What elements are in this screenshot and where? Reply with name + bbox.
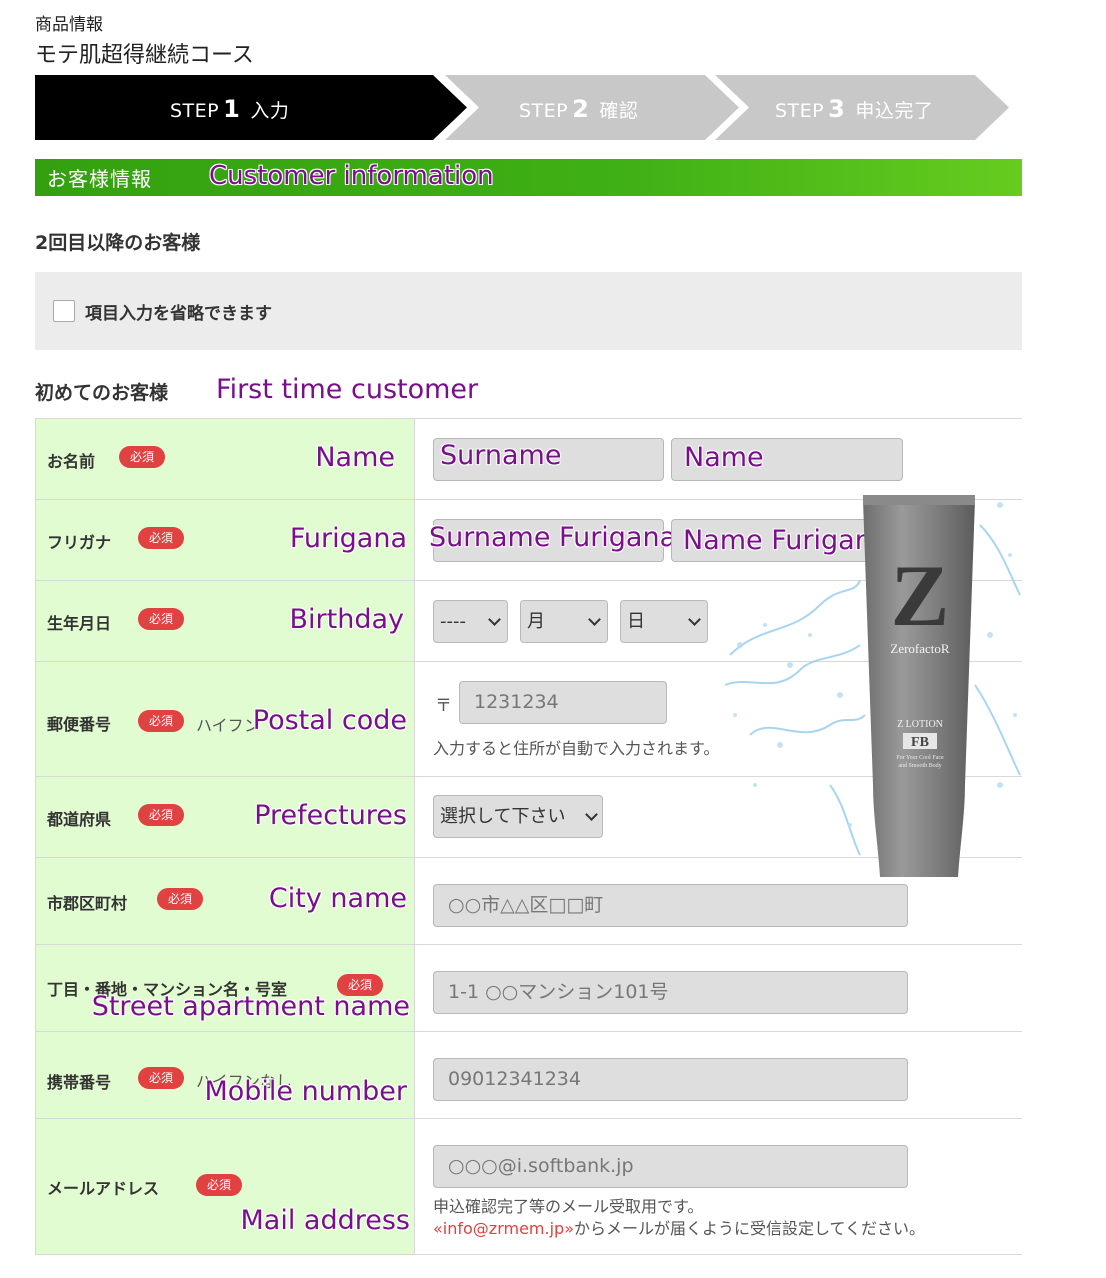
field-label-overlay: Name (315, 442, 395, 473)
required-badge: 必須 (138, 804, 184, 826)
step1-label: STEP 1 入力 (170, 95, 290, 123)
field-label: 携帯番号 (47, 1073, 112, 1092)
hyphen-note: ハイフン (196, 716, 261, 735)
field-label: メールアドレス (47, 1179, 160, 1198)
form-row-email: メールアドレス 必須 Mail address ○○○@i.softbank.j… (35, 1118, 1022, 1255)
section-title-overlay: Customer information (209, 161, 494, 191)
field-label: 生年月日 (47, 614, 112, 633)
skip-input-label[interactable]: 項目入力を省略できます (85, 299, 272, 324)
chevron-down-icon (585, 808, 598, 821)
field-label-overlay: Postal code (252, 705, 407, 736)
product-line-2: FB (911, 735, 929, 750)
first-time-customer-overlay: First time customer (216, 374, 479, 405)
brand-name: ZerofactoR (890, 641, 950, 656)
required-badge: 必須 (157, 888, 203, 910)
prefecture-select[interactable]: 選択して下さい (433, 795, 603, 838)
product-line-1: Z LOTION (897, 719, 943, 730)
required-badge: 必須 (138, 1067, 184, 1089)
label-cell: 生年月日 必須 Birthday (35, 581, 415, 661)
product-line-4: and Smooth Body (898, 763, 941, 769)
input-cell: 09012341234 (415, 1032, 1022, 1118)
label-cell: 都道府県 必須 Prefectures (35, 777, 415, 857)
surname-overlay: Surname (440, 440, 562, 471)
city-input[interactable]: ○○市△△区□□町 (433, 884, 908, 927)
birth-month-value: 月 (527, 611, 545, 632)
mobile-input[interactable]: 09012341234 (433, 1058, 908, 1101)
email-help-text: 申込確認完了等のメール受取用です。 (433, 1197, 704, 1216)
product-line-3: For Your Cool Face (896, 755, 944, 761)
step2-label: STEP 2 確認 (519, 95, 639, 123)
first-time-customer-title: 初めてのお客様 (35, 382, 169, 404)
form-row-street: 丁目・番地・マンション名・号室 必須 Street apartment name… (35, 944, 1022, 1031)
sender-email-link[interactable]: «info@zrmem.jp» (433, 1219, 574, 1238)
label-cell: 市郡区町村 必須 City name (35, 858, 415, 944)
skip-input-checkbox[interactable] (53, 300, 75, 322)
label-cell: 携帯番号 必須 ハイフンなし Mobile number (35, 1032, 415, 1118)
chevron-down-icon (588, 613, 601, 626)
field-label: 郵便番号 (47, 715, 112, 734)
step3-label: STEP 3 申込完了 (775, 95, 934, 123)
field-label-overlay: Furigana (289, 523, 407, 554)
street-input[interactable]: 1-1 ○○マンション101号 (433, 971, 908, 1014)
product-info-label: 商品情報 (35, 15, 103, 35)
customer-info-header: お客様情報 Customer information (35, 159, 1022, 196)
field-label-overlay: Prefectures (254, 800, 407, 831)
required-badge: 必須 (138, 710, 184, 732)
field-label-overlay: Birthday (289, 604, 405, 635)
required-badge: 必須 (138, 527, 184, 549)
email-help-text-2: «info@zrmem.jp»からメールが届くように受信設定してください。 (433, 1219, 926, 1238)
field-label: お名前 (47, 452, 96, 471)
label-cell: お名前 必須 Name (35, 419, 415, 499)
label-cell: 郵便番号 必須 ハイフン Postal code (35, 662, 415, 776)
postal-help-text: 入力すると住所が自動で入力されます。 (433, 739, 720, 758)
prefecture-value: 選択して下さい (440, 806, 566, 827)
birth-day-value: 日 (627, 611, 645, 632)
birth-year-select[interactable]: ---- (433, 600, 508, 643)
returning-customer-title: 2回目以降のお客様 (35, 232, 201, 254)
postal-mark: 〒 (435, 696, 452, 716)
field-label-overlay: Mail address (240, 1205, 410, 1236)
chevron-down-icon (488, 613, 501, 626)
required-badge: 必須 (138, 608, 184, 630)
given-name-overlay: Name (684, 442, 764, 473)
product-image: Z ZerofactoR Z LOTION FB For Your Cool F… (720, 485, 1022, 877)
label-cell: 丁目・番地・マンション名・号室 必須 Street apartment name (35, 945, 415, 1031)
email-input[interactable]: ○○○@i.softbank.jp (433, 1145, 908, 1188)
field-label: 都道府県 (47, 810, 112, 829)
surname-furigana-overlay: Surname Furigana (429, 522, 677, 553)
step-progress: STEP 1 入力 STEP 2 確認 STEP 3 申込完了 (35, 75, 1015, 140)
chevron-down-icon (688, 613, 701, 626)
field-label-overlay: Mobile number (204, 1076, 407, 1107)
birth-month-select[interactable]: 月 (520, 600, 608, 643)
skip-input-panel: 項目入力を省略できます (35, 272, 1022, 350)
field-label: 市郡区町村 (47, 894, 128, 913)
field-label: フリガナ (47, 533, 112, 552)
label-cell: フリガナ 必須 Furigana (35, 500, 415, 580)
input-cell: ○○○@i.softbank.jp 申込確認完了等のメール受取用です。 «inf… (415, 1119, 1022, 1254)
birth-year-value: ---- (440, 611, 466, 632)
field-label-overlay: City name (268, 883, 407, 914)
required-badge: 必須 (196, 1174, 242, 1196)
required-badge: 必須 (119, 446, 165, 468)
label-cell: メールアドレス 必須 Mail address (35, 1119, 415, 1254)
product-tube-illustration: Z ZerofactoR Z LOTION FB For Your Cool F… (724, 495, 1021, 877)
product-name: モテ肌超得継続コース (35, 43, 254, 68)
brand-logo-z: Z (891, 548, 950, 645)
form-row-mobile: 携帯番号 必須 ハイフンなし Mobile number 09012341234 (35, 1031, 1022, 1118)
postal-code-input[interactable]: 1231234 (459, 681, 667, 724)
birth-day-select[interactable]: 日 (620, 600, 708, 643)
section-title: お客様情報 (47, 167, 152, 191)
input-cell: 1-1 ○○マンション101号 (415, 945, 1022, 1031)
field-label-overlay: Street apartment name (91, 991, 410, 1022)
